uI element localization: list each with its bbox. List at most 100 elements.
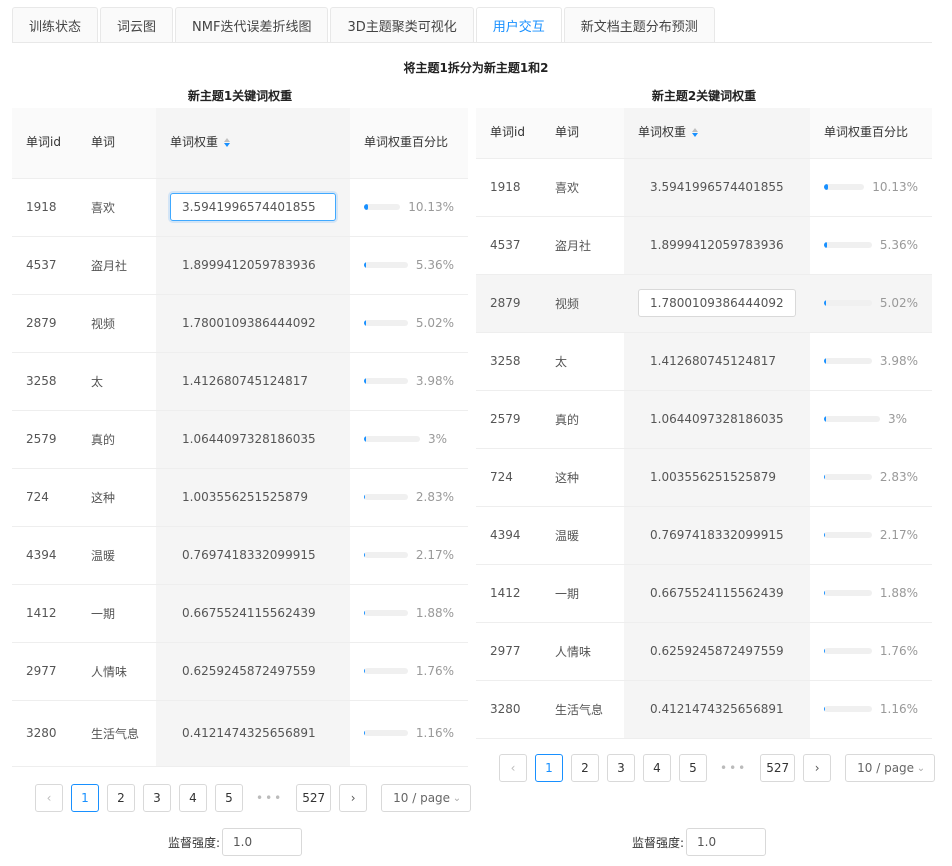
chevron-left-icon: ‹ [46, 791, 52, 805]
weight-value[interactable]: 0.7697418332099915 [638, 528, 796, 542]
percent-progress: 1.88% [364, 606, 454, 620]
page-3-button[interactable]: 3 [143, 784, 171, 812]
percent-text: 3.98% [415, 374, 454, 388]
jump-next-ellipsis[interactable]: ••• [715, 754, 753, 782]
progress-fill [364, 320, 367, 326]
table-row: 1918 喜欢 3.5941996574401855 10.13% [12, 178, 468, 237]
col-header-weight[interactable]: 单词权重 [624, 108, 810, 159]
sort-icon[interactable] [692, 127, 700, 138]
table-header-row: 单词id 单词 单词权重 单词权重百分比 [12, 108, 468, 179]
page-4-button[interactable]: 4 [643, 754, 671, 782]
page-2-button[interactable]: 2 [571, 754, 599, 782]
jump-next-ellipsis[interactable]: ••• [251, 784, 289, 812]
weight-value[interactable]: 0.6675524115562439 [170, 606, 336, 620]
next-page-button[interactable]: › [339, 784, 368, 812]
page-1-button[interactable]: 1 [535, 754, 563, 782]
weight-value[interactable]: 0.6259245872497559 [170, 664, 336, 678]
weight-value[interactable]: 1.8999412059783936 [638, 238, 796, 252]
percent-text: 1.76% [879, 644, 918, 658]
percent-text: 2.17% [879, 528, 918, 542]
page-5-button[interactable]: 5 [679, 754, 707, 782]
cell-id: 724 [476, 448, 541, 507]
cell-percent: 3.98% [810, 332, 932, 391]
progress-track [824, 648, 872, 654]
percent-progress: 1.16% [824, 702, 918, 716]
cell-weight: 0.6259245872497559 [624, 622, 810, 681]
strength-input[interactable]: 1.0 [686, 828, 767, 856]
tab-nmf-error-chart[interactable]: NMF迭代误差折线图 [175, 7, 329, 43]
cell-weight: 1.003556251525879 [624, 448, 810, 507]
cell-id: 3258 [12, 352, 77, 411]
tab-3d-cluster[interactable]: 3D主题聚类可视化 [330, 7, 474, 43]
percent-text: 10.13% [408, 200, 454, 214]
percent-progress: 10.13% [824, 180, 918, 194]
percent-text: 3.98% [879, 354, 918, 368]
percent-progress: 10.13% [364, 200, 454, 214]
strength-input[interactable]: 1.0 [222, 828, 303, 856]
progress-fill [364, 494, 366, 500]
cell-word: 视频 [77, 294, 156, 353]
table-row: 724 这种 1.003556251525879 2.83% [476, 448, 932, 507]
page-3-button[interactable]: 3 [607, 754, 635, 782]
weight-edit-input[interactable]: 1.7800109386444092 [638, 289, 796, 317]
cell-percent: 2.17% [810, 506, 932, 565]
cell-word: 这种 [541, 448, 624, 507]
tab-new-doc-prediction[interactable]: 新文档主题分布预测 [563, 7, 715, 43]
weight-value[interactable]: 0.4121474325656891 [638, 702, 796, 716]
sort-icon[interactable] [224, 137, 232, 148]
tab-word-cloud[interactable]: 词云图 [100, 7, 174, 43]
cell-percent: 2.83% [350, 468, 468, 527]
progress-track [824, 416, 880, 422]
weight-value[interactable]: 0.6259245872497559 [638, 644, 796, 658]
col-header-id: 单词id [476, 108, 541, 159]
cell-word: 喜欢 [77, 178, 156, 237]
topic2-strength: 监督强度: 1.0 [632, 828, 767, 856]
weight-value[interactable]: 1.003556251525879 [638, 470, 796, 484]
progress-fill [364, 378, 366, 384]
weight-value[interactable]: 1.412680745124817 [170, 374, 336, 388]
page-5-button[interactable]: 5 [215, 784, 243, 812]
col-header-weight[interactable]: 单词权重 [156, 108, 350, 179]
table-row: 3280 生活气息 0.4121474325656891 1.16% [12, 700, 468, 767]
page-1-button[interactable]: 1 [71, 784, 99, 812]
cell-id: 1412 [12, 584, 77, 643]
prev-page-button[interactable]: ‹ [35, 784, 63, 812]
weight-value[interactable]: 0.6675524115562439 [638, 586, 796, 600]
page-last-button[interactable]: 527 [760, 754, 796, 782]
progress-track [824, 474, 872, 480]
page-size-select[interactable]: 10 / page ⌄ [381, 784, 472, 812]
weight-value[interactable]: 3.5941996574401855 [638, 180, 796, 194]
weight-value[interactable]: 0.4121474325656891 [170, 726, 336, 740]
cell-percent: 5.36% [810, 216, 932, 275]
page-size-select[interactable]: 10 / page ⌄ [845, 754, 936, 782]
weight-value[interactable]: 1.7800109386444092 [170, 316, 336, 330]
percent-text: 5.02% [879, 296, 918, 310]
weight-value[interactable]: 1.0644097328186035 [170, 432, 336, 446]
topic2-title: 新主题2关键词权重 [651, 89, 757, 103]
tab-user-interaction[interactable]: 用户交互 [475, 7, 562, 43]
table-row: 3258 太 1.412680745124817 3.98% [476, 332, 932, 391]
page-4-button[interactable]: 4 [179, 784, 207, 812]
table-row: 2879 视频 1.7800109386444092 5.02% [12, 294, 468, 353]
cell-word: 温暖 [77, 526, 156, 585]
page-2-button[interactable]: 2 [107, 784, 135, 812]
topic2-table: 单词id 单词 单词权重 单词权重百分比 1918 喜欢 3.59419965744… [476, 108, 932, 739]
prev-page-button[interactable]: ‹ [499, 754, 527, 782]
progress-fill [824, 184, 829, 190]
percent-text: 2.83% [415, 490, 454, 504]
weight-value[interactable]: 1.003556251525879 [170, 490, 336, 504]
cell-id: 2977 [476, 622, 541, 681]
tab-training-status[interactable]: 训练状态 [12, 7, 99, 43]
weight-value[interactable]: 1.0644097328186035 [638, 412, 796, 426]
cell-id: 1918 [12, 178, 77, 237]
weight-value[interactable]: 1.412680745124817 [638, 354, 796, 368]
table-row: 3258 太 1.412680745124817 3.98% [12, 352, 468, 411]
page-last-button[interactable]: 527 [296, 784, 332, 812]
page-size-value: 10 / page [393, 791, 451, 805]
weight-value[interactable]: 1.8999412059783936 [170, 258, 336, 272]
cell-weight: 3.5941996574401855 [624, 158, 810, 217]
next-page-button[interactable]: › [803, 754, 832, 782]
weight-value[interactable]: 0.7697418332099915 [170, 548, 336, 562]
cell-word: 喜欢 [541, 158, 624, 217]
weight-edit-input[interactable]: 3.5941996574401855 [170, 193, 336, 221]
